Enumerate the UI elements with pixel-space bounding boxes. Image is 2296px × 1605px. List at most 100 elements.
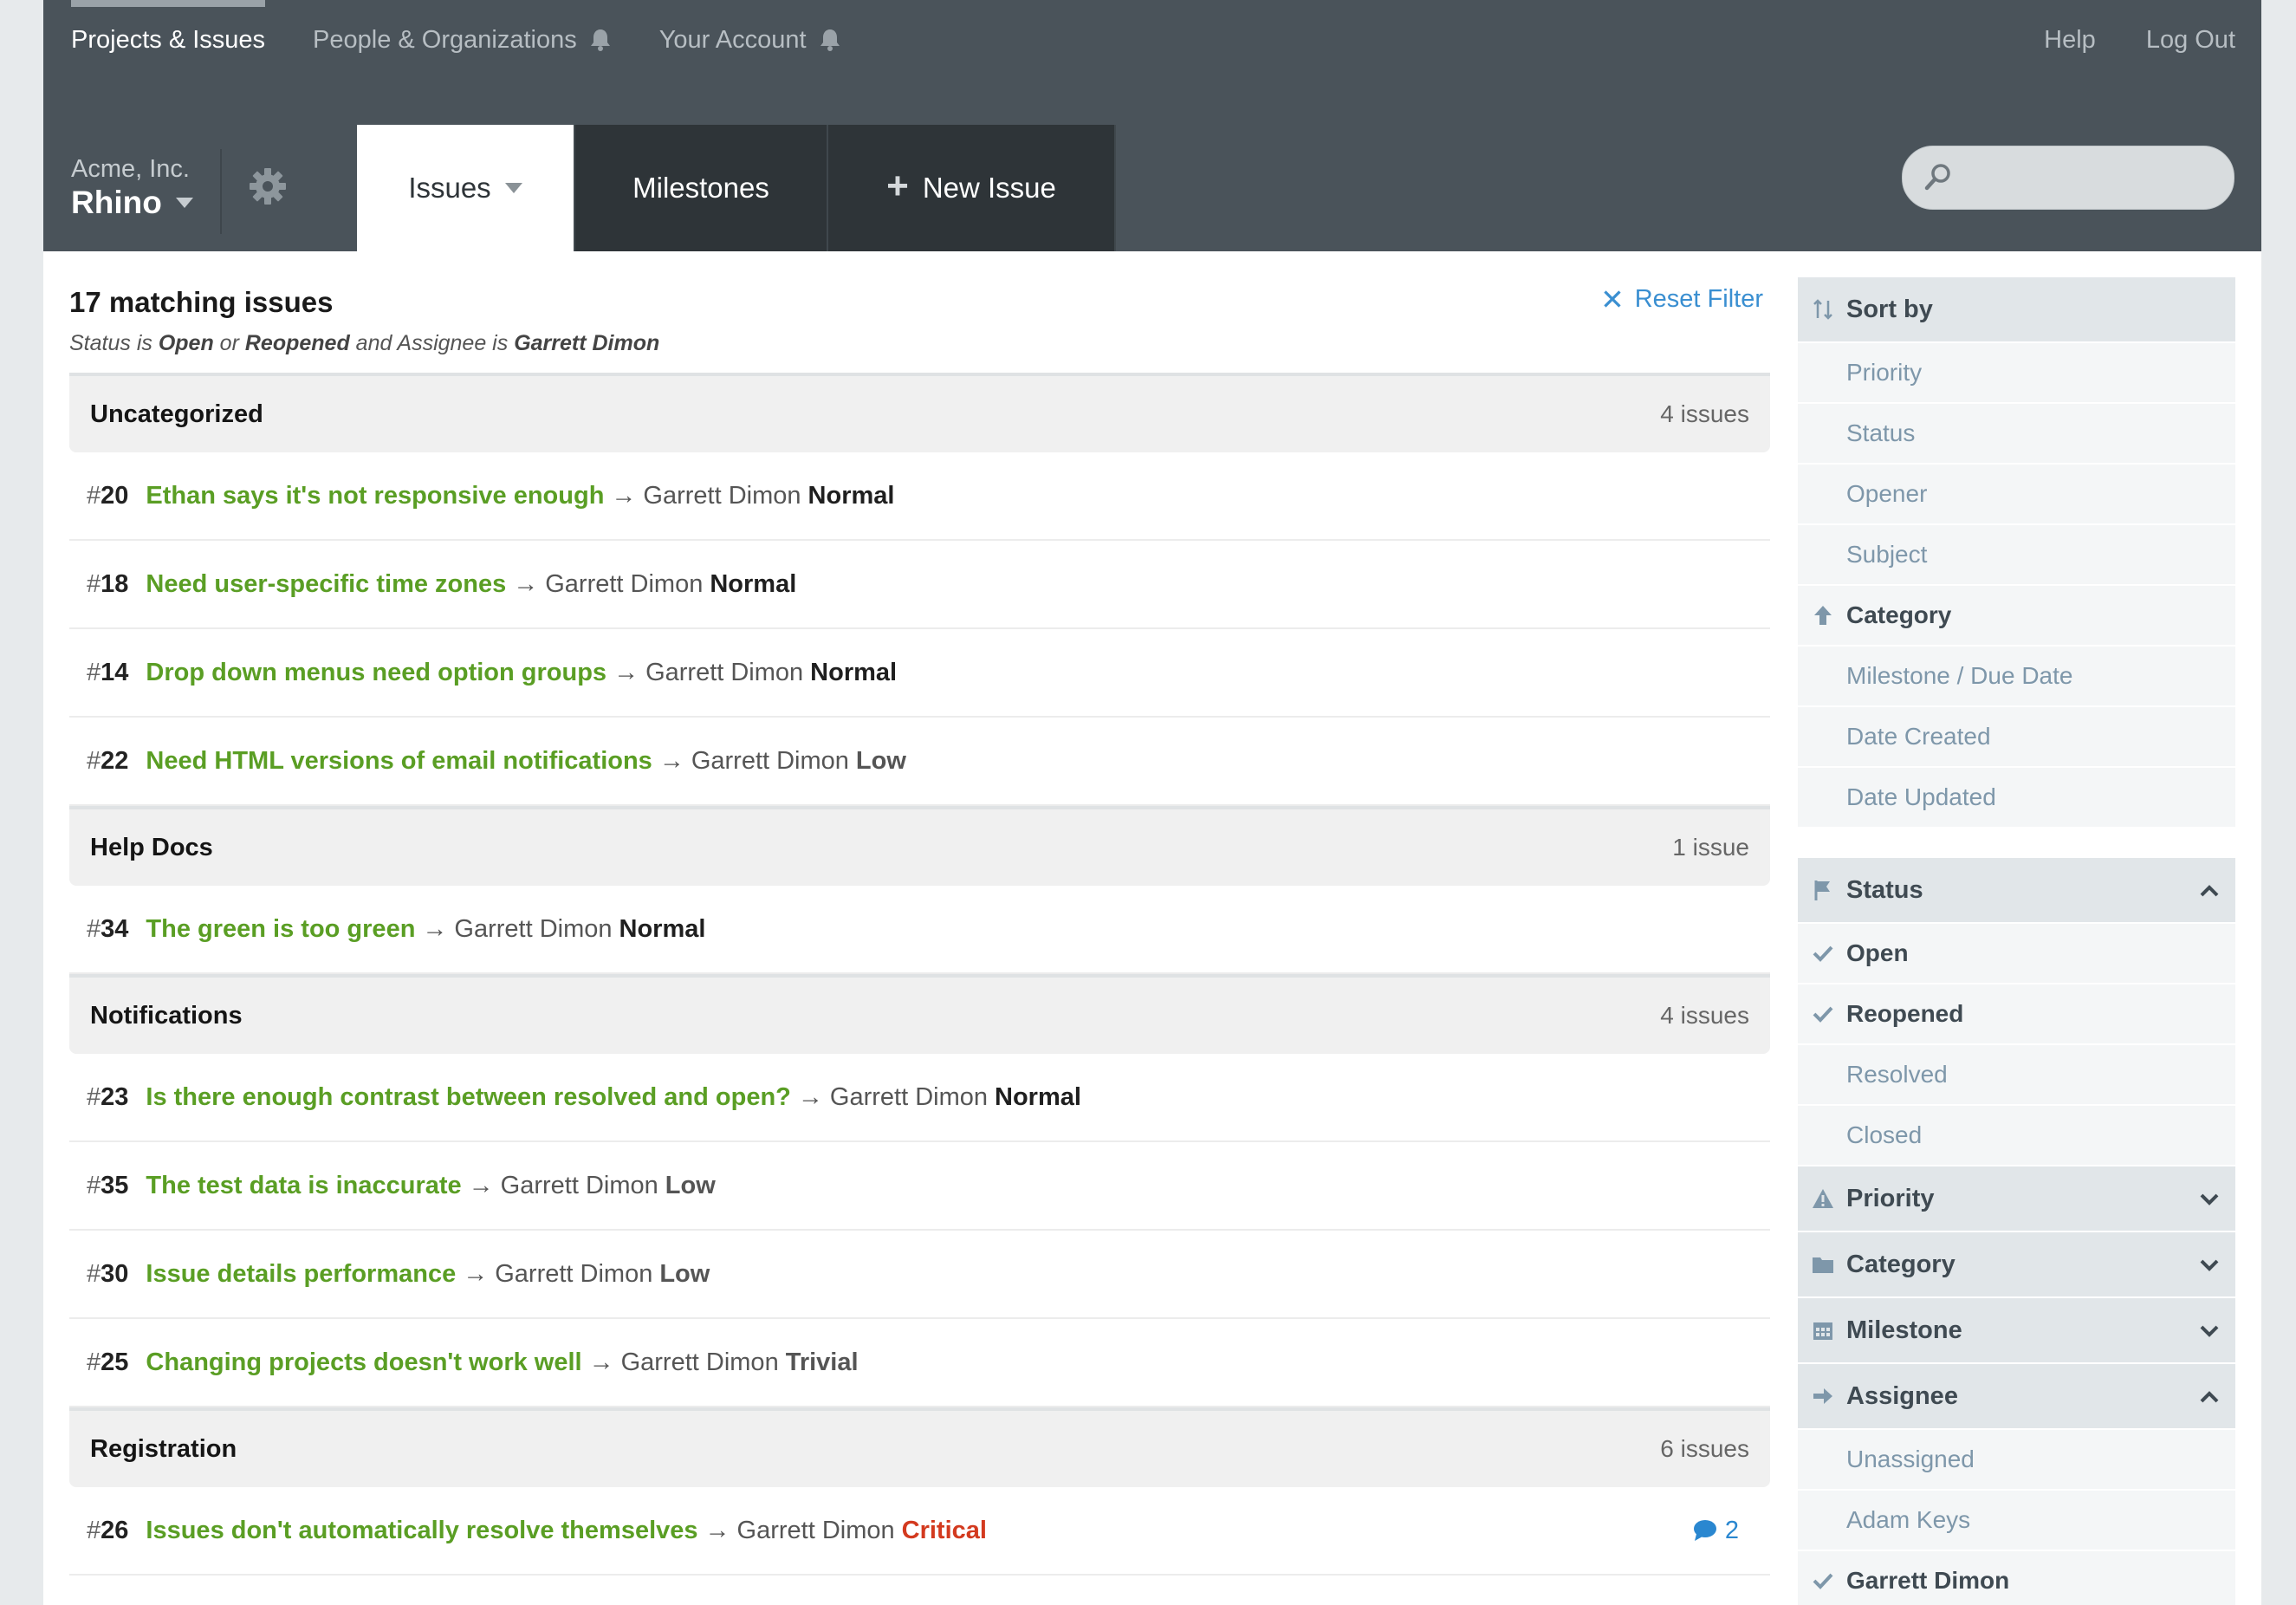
group-header: Help Docs 1 issue [69,806,1770,886]
group-count: 6 issues [1660,1435,1749,1462]
sort-option[interactable]: Category [1798,586,2235,645]
search-box[interactable] [1902,146,2234,210]
issue-title-link[interactable]: Issues don't automatically resolve thems… [146,1517,697,1545]
top-nav-right: Help Log Out [2044,0,2235,80]
assignee-option-label: Garrett Dimon [1846,1567,2010,1594]
status-option-label: Resolved [1846,1061,1948,1088]
sort-option-label: Subject [1846,541,1928,568]
arrow-icon: → [611,481,637,510]
issue-assignee: Garrett Dimon [736,1516,895,1544]
issue-title-link[interactable]: Issue details performance [146,1260,456,1289]
assignee-options: Unassigned Adam Keys Garrett Dimon [1798,1430,2235,1605]
project-tabs: Issues Milestones + New Issue [357,125,1116,251]
sort-option[interactable]: Status [1798,404,2235,463]
issue-assignee: Garrett Dimon [620,1348,779,1376]
sort-option[interactable]: Opener [1798,465,2235,523]
issue-number: #25 [87,1348,129,1376]
assignee-option[interactable]: Garrett Dimon [1798,1551,2235,1605]
status-option-label: Reopened [1846,1000,1964,1027]
reset-filter-link[interactable]: ✕ Reset Filter [1600,283,1763,316]
sort-by-label: Sort by [1846,295,1933,323]
table-row[interactable]: #26 Issues don't automatically resolve th… [69,1487,1770,1576]
chevron-up-icon [2200,1391,2219,1403]
issue-number: #18 [87,569,129,598]
table-row[interactable]: #22 Need HTML versions of email notificat… [69,718,1770,806]
issue-title-link[interactable]: Is there enough contrast between resolve… [146,1083,790,1112]
table-row[interactable]: #30 Issue details performance → Garrett Dim… [69,1231,1770,1319]
assignee-filter-header[interactable]: Assignee [1798,1364,2235,1428]
milestone-filter-header[interactable]: Milestone [1798,1298,2235,1362]
issue-title-link[interactable]: Changing projects doesn't work well [146,1348,581,1377]
sort-option[interactable]: Milestone / Due Date [1798,647,2235,705]
tab-issues[interactable]: Issues [357,125,575,251]
status-option[interactable]: Open [1798,924,2235,983]
assignee-option-label: Unassigned [1846,1446,1975,1472]
project-switcher[interactable]: Acme, Inc. Rhino [71,154,193,222]
chevron-down-icon [2200,1259,2219,1271]
table-row[interactable]: #14 Drop down menus need option groups → Ga… [69,629,1770,718]
group-name: Uncategorized [90,400,263,428]
new-issue-button[interactable]: + New Issue [828,125,1116,251]
issue-title-link[interactable]: Need user-specific time zones [146,570,506,599]
issue-title-link[interactable]: Drop down menus need option groups [146,659,606,687]
group-header: Uncategorized 4 issues [69,373,1770,452]
issue-number-value: 35 [101,1171,129,1199]
sort-option[interactable]: Date Updated [1798,768,2235,827]
assignee-option[interactable]: Adam Keys [1798,1491,2235,1550]
assignee-option[interactable]: Unassigned [1798,1430,2235,1489]
nav-people-organizations[interactable]: People & Organizations [313,0,612,80]
issue-number: #20 [87,481,129,510]
issue-title-link[interactable]: Ethan says it's not responsive enough [146,482,604,510]
logout-link[interactable]: Log Out [2146,26,2235,55]
sort-option[interactable]: Subject [1798,525,2235,584]
warning-icon [1813,1189,1833,1208]
comment-count[interactable]: 2 [1692,1517,1739,1545]
issue-priority: Low [665,1171,716,1199]
table-row[interactable]: #20 Ethan says it's not responsive enough… [69,452,1770,541]
table-row[interactable]: #34 The green is too green → Garrett Dimon N… [69,886,1770,974]
table-row[interactable]: #18 Need user-specific time zones → Garrett… [69,541,1770,629]
issue-number-value: 22 [101,746,129,775]
group-name: Registration [90,1434,237,1463]
nav-projects-label: Projects & Issues [71,25,266,54]
close-icon: ✕ [1600,283,1625,315]
nav-people-label: People & Organizations [313,25,577,54]
assignee-option-label: Adam Keys [1846,1506,1971,1533]
group-header: Notifications 4 issues [69,974,1770,1054]
issue-assignee: Garrett Dimon [495,1259,653,1288]
sort-option-label: Milestone / Due Date [1846,662,2073,689]
group-name: Notifications [90,1001,243,1030]
sort-option[interactable]: Date Created [1798,707,2235,766]
issue-title-link[interactable]: The test data is inaccurate [146,1172,461,1200]
check-icon [1813,945,1833,962]
category-filter-header[interactable]: Category [1798,1232,2235,1296]
issue-number: #22 [87,746,129,775]
group-count: 1 issue [1672,834,1749,861]
nav-your-account[interactable]: Your Account [659,0,841,80]
group-count: 4 issues [1660,1002,1749,1029]
table-row[interactable]: #35 The test data is inaccurate → Garrett D… [69,1142,1770,1231]
help-link[interactable]: Help [2044,26,2096,55]
issue-priority: Low [855,746,906,775]
table-row[interactable]: #25 Changing projects doesn't work well → G… [69,1319,1770,1407]
sort-option[interactable]: Priority [1798,343,2235,402]
table-row[interactable]: #23 Is there enough contrast between reso… [69,1054,1770,1142]
project-name-row[interactable]: Rhino [71,184,193,222]
issue-groups: Uncategorized 4 issues #20 Ethan says it's … [69,373,1770,1576]
status-filter-header[interactable]: Status [1798,858,2235,922]
status-option[interactable]: Closed [1798,1106,2235,1165]
status-option[interactable]: Resolved [1798,1045,2235,1104]
search-input[interactable] [1968,153,2215,202]
group-header: Registration 6 issues [69,1407,1770,1487]
sort-option-label: Opener [1846,480,1928,507]
status-option-label: Closed [1846,1121,1923,1148]
issue-title-link[interactable]: The green is too green [146,915,415,944]
tab-milestones[interactable]: Milestones [575,125,828,251]
issue-priority: Low [659,1259,710,1288]
group-name: Help Docs [90,833,213,861]
priority-filter-header[interactable]: Priority [1798,1166,2235,1231]
gear-icon[interactable] [248,166,288,206]
issue-title-link[interactable]: Need HTML versions of email notification… [146,747,652,776]
status-option[interactable]: Reopened [1798,984,2235,1043]
nav-projects-issues[interactable]: Projects & Issues [71,0,266,80]
